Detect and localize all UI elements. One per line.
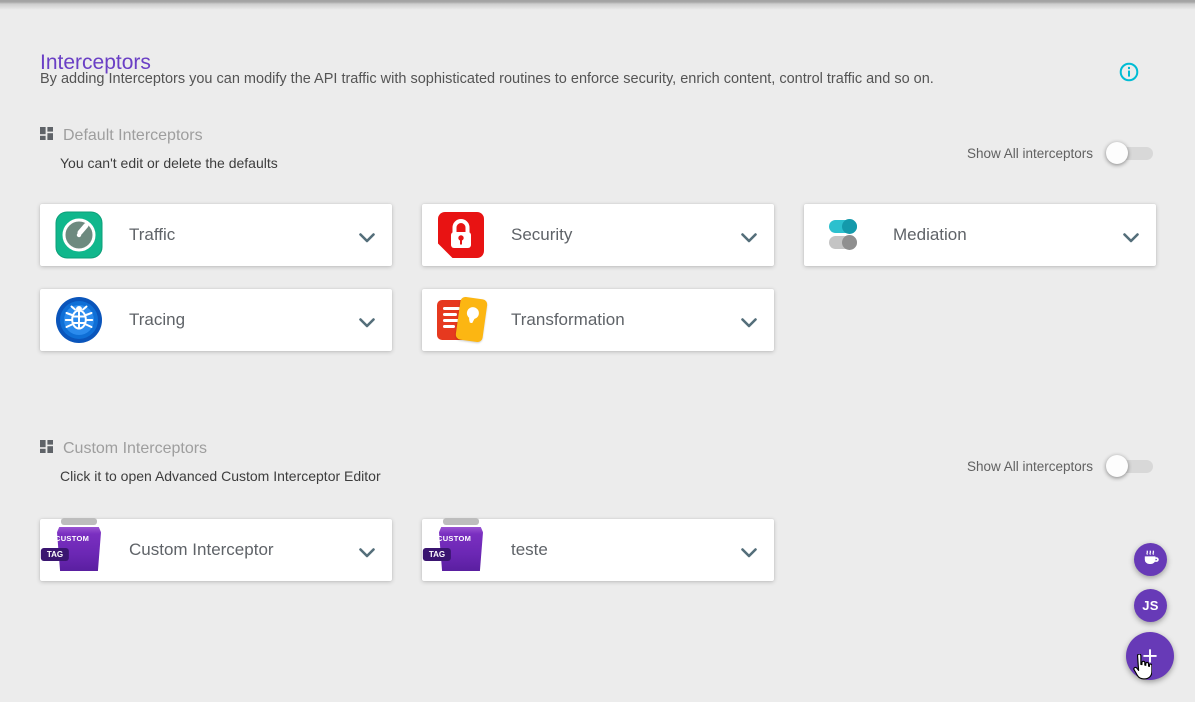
grid-icon <box>40 440 53 458</box>
top-scroll-shadow <box>0 0 1195 10</box>
toggle-knob <box>1106 455 1128 477</box>
card-transformation[interactable]: Transformation <box>422 289 774 351</box>
custom-tag-icon: CUSTOM TAG <box>55 526 103 574</box>
grid-icon <box>40 127 53 145</box>
section-title: Default Interceptors <box>63 127 203 145</box>
page-description: By adding Interceptors you can modify th… <box>40 71 934 87</box>
card-title: Security <box>511 225 572 245</box>
custom-tag-text-bottom: TAG <box>423 548 451 561</box>
card-title: teste <box>511 540 548 560</box>
coffee-cup-icon <box>1141 548 1160 572</box>
section-subtitle: You can't edit or delete the defaults <box>60 155 278 171</box>
custom-tag-text-bottom: TAG <box>41 548 69 561</box>
show-all-toggle[interactable] <box>1106 141 1156 165</box>
toggle-label: Show All interceptors <box>967 146 1093 161</box>
section-subtitle: Click it to open Advanced Custom Interce… <box>60 468 381 484</box>
chevron-down-icon[interactable] <box>741 315 757 333</box>
info-icon[interactable] <box>1119 62 1139 82</box>
section-header-default-interceptors: Default Interceptors <box>40 127 203 145</box>
card-title: Mediation <box>893 225 967 245</box>
js-fab[interactable]: JS <box>1134 589 1167 622</box>
chevron-down-icon[interactable] <box>741 545 757 563</box>
chevron-down-icon[interactable] <box>1123 230 1139 248</box>
section-header-custom-interceptors: Custom Interceptors <box>40 440 207 458</box>
chevron-down-icon[interactable] <box>741 230 757 248</box>
custom-tag-icon: CUSTOM TAG <box>437 526 485 574</box>
chevron-down-icon[interactable] <box>359 315 375 333</box>
traffic-gauge-icon <box>55 211 103 259</box>
tracing-bug-icon <box>55 296 103 344</box>
show-all-toggle[interactable] <box>1106 454 1156 478</box>
section-title: Custom Interceptors <box>63 440 207 458</box>
card-title: Traffic <box>129 225 175 245</box>
transformation-document-bulb-icon <box>437 296 485 344</box>
chevron-down-icon[interactable] <box>359 230 375 248</box>
security-lock-icon <box>437 211 485 259</box>
card-custom-interceptor[interactable]: CUSTOM TAG Custom Interceptor <box>40 519 392 581</box>
hand-cursor <box>1131 654 1152 686</box>
js-label: JS <box>1142 598 1159 613</box>
card-traffic[interactable]: Traffic <box>40 204 392 266</box>
chevron-down-icon[interactable] <box>359 545 375 563</box>
toggle-knob <box>1106 142 1128 164</box>
card-title: Custom Interceptor <box>129 540 274 560</box>
mediation-toggles-icon <box>819 211 867 259</box>
card-teste[interactable]: CUSTOM TAG teste <box>422 519 774 581</box>
card-title: Transformation <box>511 310 625 330</box>
card-mediation[interactable]: Mediation <box>804 204 1156 266</box>
show-all-toggle-row-default: Show All interceptors <box>967 141 1156 165</box>
card-title: Tracing <box>129 310 185 330</box>
card-tracing[interactable]: Tracing <box>40 289 392 351</box>
toggle-label: Show All interceptors <box>967 459 1093 474</box>
card-security[interactable]: Security <box>422 204 774 266</box>
coffee-fab[interactable] <box>1134 543 1167 576</box>
show-all-toggle-row-custom: Show All interceptors <box>967 454 1156 478</box>
